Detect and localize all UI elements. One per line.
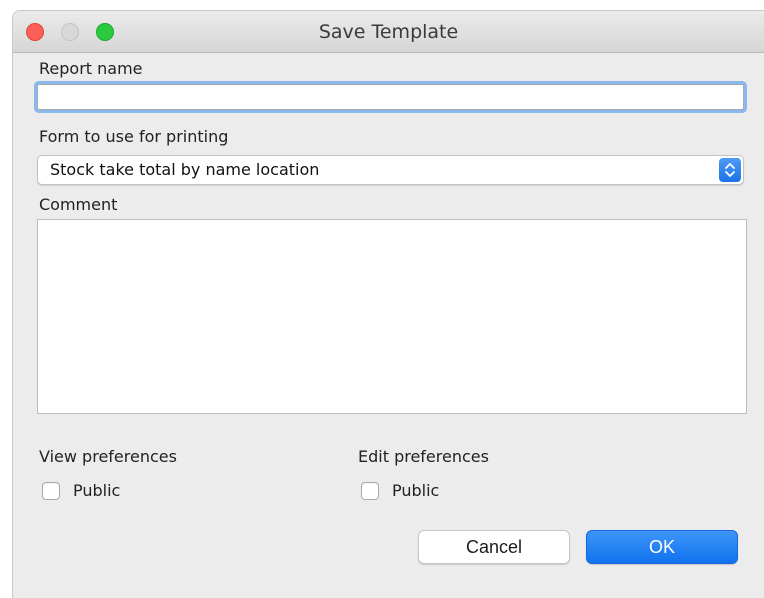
print-form-select[interactable]: Stock take total by name location [37,155,744,185]
report-name-input[interactable] [37,84,744,110]
report-name-label: Report name [39,59,143,78]
print-form-selected-value: Stock take total by name location [50,160,320,179]
edit-preferences-label: Edit preferences [358,447,489,466]
print-form-label: Form to use for printing [39,127,229,146]
comment-label: Comment [39,195,118,214]
view-preferences-label: View preferences [39,447,177,466]
ok-button[interactable]: OK [586,530,738,564]
comment-textarea[interactable] [37,219,747,414]
title-bar[interactable]: Save Template [13,11,764,53]
view-public-checkbox[interactable] [42,482,60,500]
select-stepper-icon [719,158,741,182]
edit-public-checkbox[interactable] [361,482,379,500]
dialog-title: Save Template [318,21,459,43]
view-public-label[interactable]: Public [73,481,120,500]
edit-public-label[interactable]: Public [392,481,439,500]
cancel-button[interactable]: Cancel [418,530,570,564]
save-template-dialog: Save Template Report name Form to use fo… [12,10,764,598]
